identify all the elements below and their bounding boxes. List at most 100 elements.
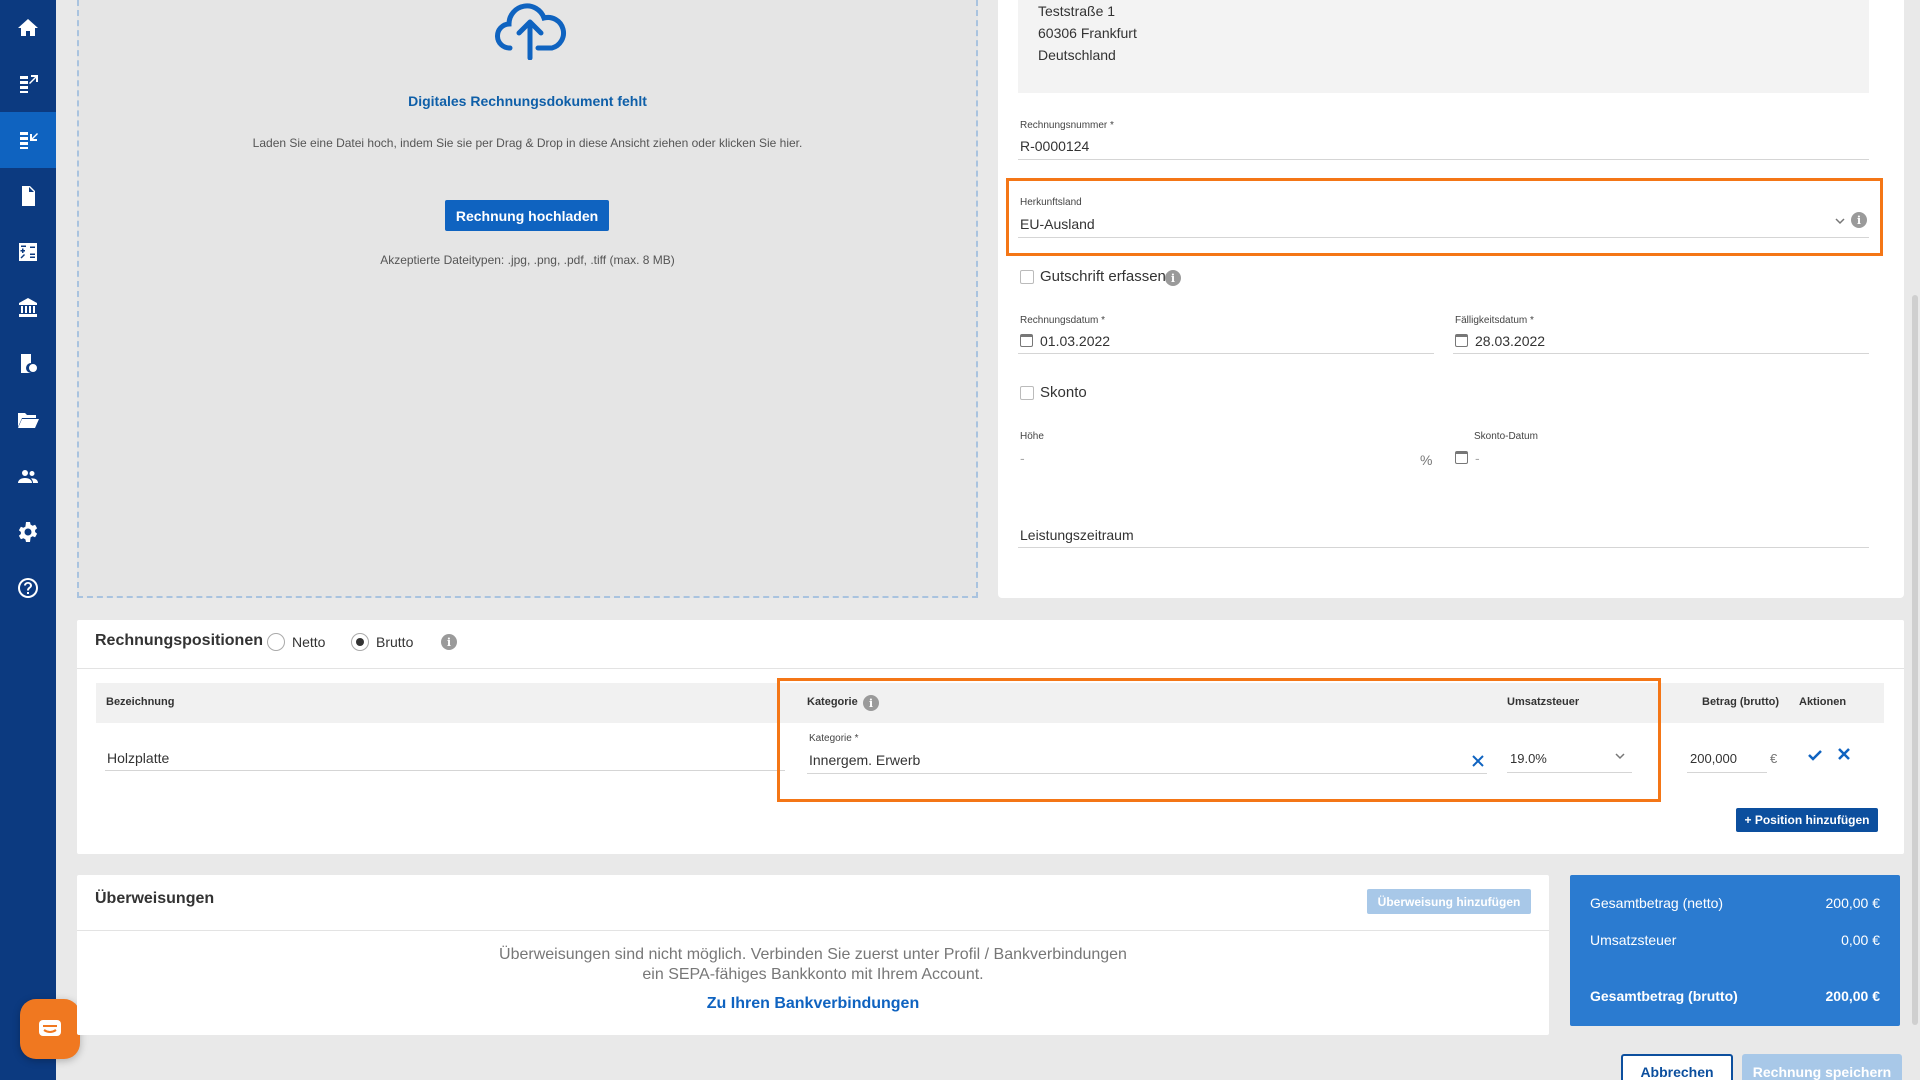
- positions-info-icon[interactable]: i: [441, 634, 457, 650]
- chat-icon: [39, 1020, 61, 1036]
- invoice-number-field[interactable]: R-0000124: [1020, 138, 1089, 154]
- positions-divider: [77, 668, 1904, 669]
- address-line-3: Deutschland: [1038, 47, 1116, 63]
- skonto-date-label: Skonto-Datum: [1474, 431, 1538, 442]
- calendar-icon[interactable]: [1020, 334, 1033, 347]
- sidebar-item-help[interactable]: [0, 560, 56, 616]
- bank-connections-link[interactable]: Zu Ihren Bankverbindungen: [77, 995, 1549, 1013]
- transfers-panel: Überweisungen Überweisung hinzufügen Übe…: [77, 875, 1549, 1035]
- service-period-underline: [1018, 547, 1869, 548]
- confirm-check-icon[interactable]: [1807, 747, 1823, 763]
- calendar-icon[interactable]: [1455, 334, 1468, 347]
- contacts-icon: [18, 470, 38, 483]
- supplier-address: Teststraße 1 60306 Frankfurt Deutschland: [1018, 0, 1869, 93]
- skonto-amount-field[interactable]: -: [1020, 450, 1025, 466]
- row-designation-field[interactable]: Holzplatte: [107, 750, 169, 766]
- total-net-value: 200,00 €: [1825, 895, 1881, 911]
- sidebar-item-files[interactable]: [0, 392, 56, 448]
- transfers-title: Überweisungen: [95, 890, 215, 907]
- row-designation-underline: [105, 770, 785, 771]
- help-icon: [18, 578, 38, 598]
- skonto-amount-label: Höhe: [1020, 431, 1044, 442]
- credit-note-label: Gutschrift erfassen: [1040, 268, 1166, 285]
- sidebar-item-incoming[interactable]: [0, 112, 56, 168]
- invoice-date-underline: [1018, 353, 1434, 354]
- invoice-number-label: Rechnungsnummer *: [1020, 120, 1114, 131]
- transfers-divider: [77, 930, 1549, 931]
- upload-dropzone[interactable]: Digitales Rechnungsdokument fehlt Laden …: [77, 0, 978, 598]
- row-amount-field[interactable]: 200,000: [1690, 751, 1737, 766]
- category-vat-highlight: [777, 678, 1661, 802]
- origin-country-highlight: [1006, 178, 1883, 256]
- credit-note-checkbox[interactable]: [1020, 270, 1034, 284]
- netto-label: Netto: [292, 634, 326, 650]
- transfers-message-line-2: ein SEPA-fähiges Bankkonto mit Ihrem Acc…: [642, 966, 984, 983]
- credit-note-info-icon[interactable]: i: [1165, 270, 1181, 286]
- invoice-date-field[interactable]: 01.03.2022: [1040, 333, 1110, 349]
- brutto-radio[interactable]: [351, 633, 369, 651]
- total-vat-value: 0,00 €: [1841, 932, 1880, 948]
- row-currency: €: [1770, 751, 1778, 766]
- cancel-button[interactable]: Abbrechen: [1621, 1054, 1733, 1080]
- transfers-message: Überweisungen sind nicht möglich. Verbin…: [77, 945, 1549, 985]
- total-gross-row: Gesamtbetrag (brutto) 200,00 €: [1590, 988, 1880, 1004]
- due-date-underline: [1453, 353, 1869, 354]
- invoice-number-underline: [1018, 159, 1869, 160]
- service-period-field[interactable]: Leistungszeitraum: [1020, 527, 1134, 543]
- totals-panel: Gesamtbetrag (netto) 200,00 € Umsatzsteu…: [1570, 875, 1900, 1026]
- invoice-date-label: Rechnungsdatum *: [1020, 315, 1106, 326]
- skonto-label: Skonto: [1040, 384, 1087, 401]
- sidebar-item-outgoing[interactable]: [0, 56, 56, 112]
- folder-icon: [18, 413, 39, 428]
- brutto-label: Brutto: [376, 634, 414, 650]
- calculator-icon: [19, 243, 37, 261]
- total-gross-value: 200,00 €: [1825, 988, 1881, 1004]
- sidebar-item-settings[interactable]: [0, 504, 56, 560]
- cloud-upload-icon: [495, 3, 566, 60]
- sidebar-item-accounting[interactable]: [0, 224, 56, 280]
- sidebar: [0, 0, 56, 1080]
- header-designation: Bezeichnung: [106, 696, 175, 708]
- total-vat-row: Umsatzsteuer 0,00 €: [1590, 932, 1880, 948]
- percent-sign: %: [1420, 452, 1433, 468]
- sidebar-item-documents[interactable]: [0, 168, 56, 224]
- document-icon: [22, 186, 35, 206]
- transfers-message-line-1: Überweisungen sind nicht möglich. Verbin…: [499, 946, 1127, 963]
- settings-icon: [18, 522, 38, 542]
- upload-subtitle: Laden Sie eine Datei hoch, indem Sie sie…: [252, 136, 803, 150]
- header-amount: Betrag (brutto): [1702, 696, 1779, 708]
- address-line-2: 60306 Frankfurt: [1038, 25, 1137, 41]
- total-net-label: Gesamtbetrag (netto): [1590, 895, 1724, 911]
- netto-radio[interactable]: [267, 633, 285, 651]
- skonto-checkbox[interactable]: [1020, 386, 1034, 400]
- invoice-form: Teststraße 1 60306 Frankfurt Deutschland…: [998, 0, 1904, 598]
- bank-icon: [19, 298, 37, 317]
- outgoing-invoices-icon: [20, 75, 38, 93]
- positions-title: Rechnungspositionen: [95, 632, 263, 649]
- chat-button[interactable]: [20, 999, 80, 1059]
- row-amount-underline: [1687, 772, 1767, 773]
- receipt-euro-icon: [21, 354, 37, 373]
- upload-title: Digitales Rechnungsdokument fehlt: [408, 93, 647, 109]
- add-position-button[interactable]: + Position hinzufügen: [1736, 808, 1878, 832]
- address-line-1: Teststraße 1: [1038, 3, 1116, 19]
- header-actions: Aktionen: [1799, 696, 1847, 708]
- sidebar-item-contacts[interactable]: [0, 448, 56, 504]
- upload-file-types: Akzeptierte Dateitypen: .jpg, .png, .pdf…: [380, 253, 675, 267]
- scrollbar-thumb[interactable]: [1912, 295, 1918, 1025]
- total-net-row: Gesamtbetrag (netto) 200,00 €: [1590, 895, 1880, 911]
- add-transfer-button[interactable]: Überweisung hinzufügen: [1367, 889, 1531, 914]
- sidebar-item-home[interactable]: [0, 0, 56, 56]
- due-date-field[interactable]: 28.03.2022: [1475, 333, 1545, 349]
- home-icon: [18, 19, 38, 36]
- upload-invoice-button[interactable]: Rechnung hochladen: [445, 200, 609, 231]
- due-date-label: Fälligkeitsdatum *: [1455, 315, 1534, 326]
- delete-position-icon[interactable]: [1837, 747, 1851, 761]
- total-vat-label: Umsatzsteuer: [1590, 932, 1677, 948]
- calendar-icon[interactable]: [1455, 451, 1468, 464]
- skonto-date-field[interactable]: -: [1475, 450, 1480, 466]
- sidebar-item-receipts[interactable]: [0, 336, 56, 392]
- save-invoice-button[interactable]: Rechnung speichern: [1742, 1054, 1902, 1080]
- incoming-invoices-icon: [20, 132, 38, 149]
- sidebar-item-bank[interactable]: [0, 280, 56, 336]
